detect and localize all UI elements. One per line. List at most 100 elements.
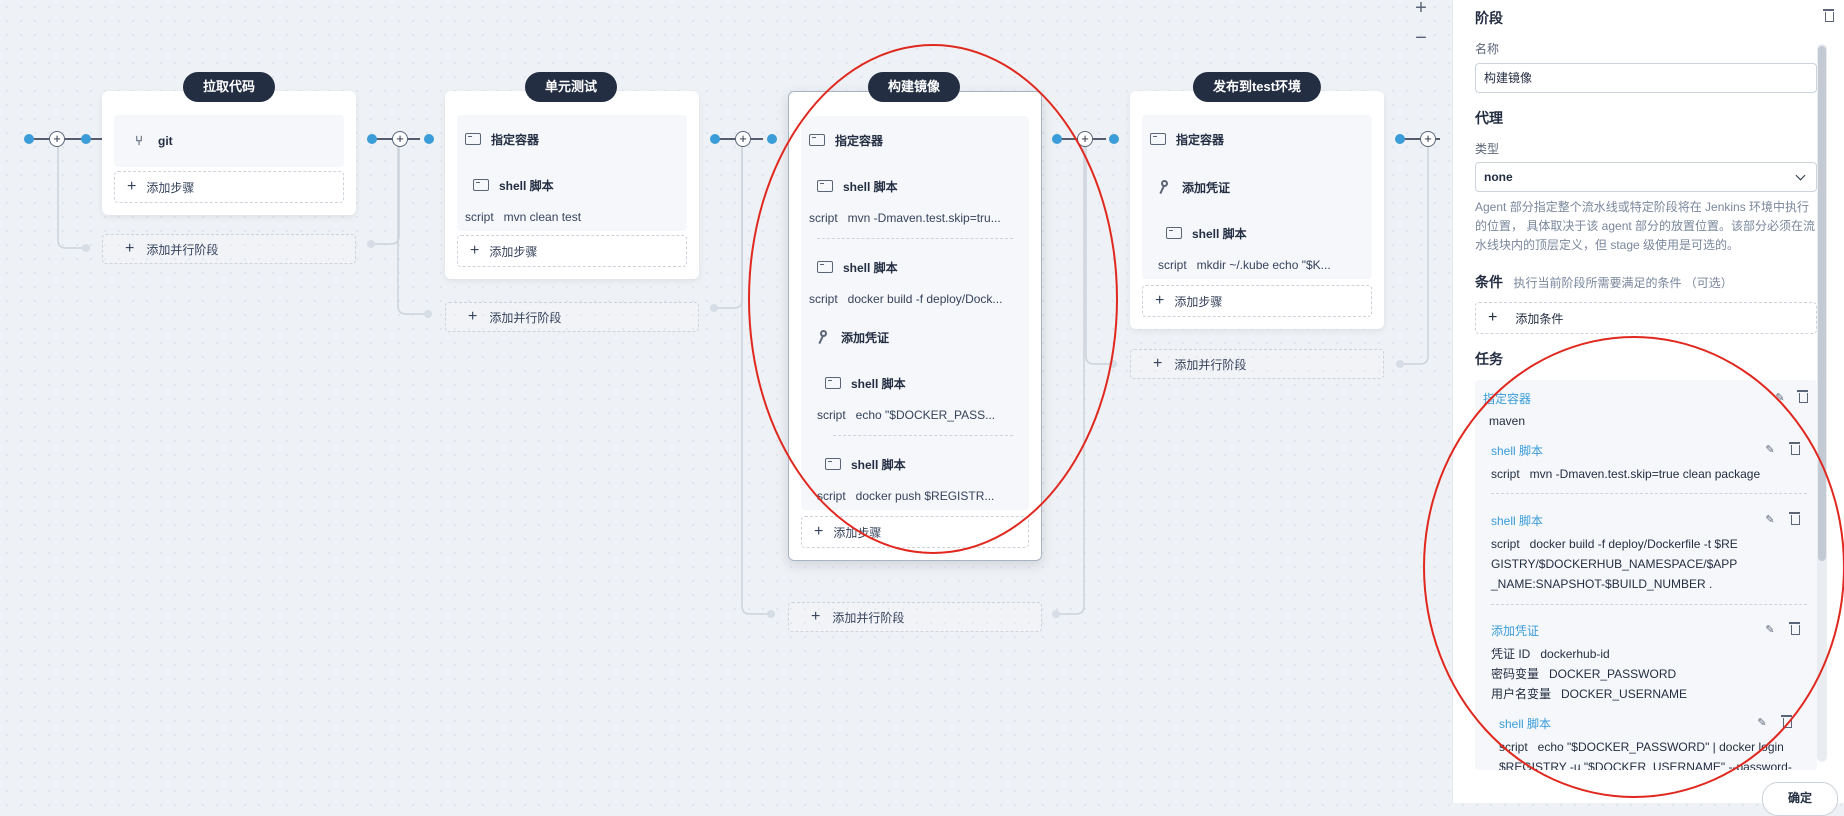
step-label: 添加凭证 — [841, 330, 890, 345]
add-parallel-stage-button[interactable]: + 添加并行阶段 — [788, 602, 1042, 632]
stage-card-deploy-test[interactable]: 指定容器 添加凭证 shell 脚本 script mkdir ~/.kube e… — [1130, 91, 1384, 329]
panel-scrollbar[interactable] — [1817, 44, 1827, 762]
trash-icon[interactable] — [1789, 442, 1800, 455]
trash-icon[interactable] — [1797, 390, 1808, 403]
step-group: ⑂ git — [114, 115, 344, 167]
shell1-script: script mvn -Dmaven.test.skip=true clean p… — [1491, 467, 1761, 481]
step-label: git — [158, 134, 173, 148]
add-step-button[interactable]: + 添加步骤 — [457, 235, 687, 267]
step-label: shell 脚本 — [851, 376, 906, 391]
edit-icon[interactable]: ✎ — [1755, 716, 1769, 730]
sub-step-shell[interactable]: shell 脚本 script mvn -Dmaven.test.skip=tru… — [809, 164, 1021, 232]
connector-dot — [710, 134, 720, 144]
add-step-button[interactable]: + 添加步骤 — [1142, 285, 1372, 317]
step-credential[interactable]: 添加凭证 — [1150, 163, 1364, 211]
task-credential-link[interactable]: 添加凭证 — [1491, 622, 1539, 639]
plus-icon: + — [468, 308, 478, 325]
stage-title[interactable]: 单元测试 — [524, 72, 618, 102]
confirm-button[interactable]: 确定 — [1762, 782, 1838, 816]
stage-title[interactable]: 发布到test环境 — [1192, 72, 1322, 102]
sub-step-shell[interactable]: shell 脚本 script mvn clean test — [465, 163, 679, 231]
pipeline-canvas: + − + + + + + 拉取代码 ⑂ git + 添加步骤 + 添加并行阶段… — [0, 0, 1452, 803]
add-step-label: 添加步骤 — [833, 525, 882, 540]
plus-icon: + — [1488, 309, 1498, 326]
connector-dot — [1109, 360, 1117, 368]
add-stage-button[interactable]: + — [49, 131, 65, 147]
add-step-button[interactable]: + 添加步骤 — [801, 516, 1029, 548]
divider — [1491, 493, 1807, 494]
add-stage-button[interactable]: + — [735, 131, 751, 147]
step-group: 指定容器 shell 脚本 script mvn clean test — [457, 115, 687, 231]
step-credential[interactable]: 添加凭证 — [809, 313, 1021, 361]
stage-name-input[interactable]: 构建镜像 — [1475, 63, 1817, 93]
delete-stage-icon[interactable] — [1823, 9, 1834, 22]
trash-icon[interactable] — [1789, 512, 1800, 525]
agent-section-title: 代理 — [1475, 110, 1503, 126]
connector-dot — [81, 134, 91, 144]
add-parallel-stage-button[interactable]: + 添加并行阶段 — [445, 302, 699, 332]
stage-card-unit-test[interactable]: 指定容器 shell 脚本 script mvn clean test + 添加步… — [445, 91, 699, 279]
step-label: shell 脚本 — [499, 178, 554, 193]
task-shell-link[interactable]: shell 脚本 — [1499, 715, 1551, 732]
task-shell-link[interactable]: shell 脚本 — [1491, 442, 1543, 459]
stage-title[interactable]: 构建镜像 — [867, 72, 961, 102]
add-parallel-label: 添加并行阶段 — [832, 610, 905, 625]
agent-type-select[interactable]: none — [1475, 162, 1817, 192]
add-step-button[interactable]: + 添加步骤 — [114, 171, 344, 203]
edit-icon[interactable]: ✎ — [1763, 513, 1777, 527]
trash-icon[interactable] — [1781, 715, 1792, 728]
scrollbar-thumb[interactable] — [1818, 46, 1826, 561]
step-container[interactable]: 指定容器 — [465, 115, 679, 163]
edit-icon[interactable]: ✎ — [1773, 391, 1787, 405]
stage-title[interactable]: 拉取代码 — [182, 72, 276, 102]
plus-icon: + — [1155, 292, 1165, 309]
connector-dot — [1109, 134, 1119, 144]
stage-card-pull-code[interactable]: ⑂ git + 添加步骤 — [102, 91, 356, 215]
connector-dot — [710, 304, 718, 312]
credential-id: 凭证 ID dockerhub-id — [1491, 647, 1610, 661]
task-section-title: 任务 — [1475, 351, 1503, 367]
name-label: 名称 — [1475, 42, 1500, 56]
add-parallel-label: 添加并行阶段 — [146, 242, 219, 257]
script-row: script docker push $REGISTR... — [817, 489, 995, 503]
add-parallel-stage-button[interactable]: + 添加并行阶段 — [102, 234, 356, 264]
shell3-script: script echo "$DOCKER_PASSWORD" | docker l… — [1499, 740, 1792, 770]
step-container[interactable]: 指定容器 — [809, 116, 1021, 164]
chevron-down-icon — [1795, 170, 1806, 181]
sub-step-shell[interactable]: shell 脚本 script echo "$DOCKER_PASS... — [809, 361, 1021, 429]
step-group: 指定容器 添加凭证 shell 脚本 script mkdir ~/.kube e… — [1142, 115, 1372, 279]
step-label: shell 脚本 — [851, 457, 906, 472]
step-git[interactable]: ⑂ git — [122, 115, 336, 167]
task-container-link[interactable]: 指定容器 — [1483, 390, 1531, 407]
add-condition-button[interactable]: + 添加条件 — [1475, 302, 1817, 334]
container-value: maven — [1489, 414, 1526, 428]
edit-icon[interactable]: ✎ — [1763, 623, 1777, 637]
script-row: script mkdir ~/.kube echo "$K... — [1158, 258, 1331, 272]
add-parallel-stage-button[interactable]: + 添加并行阶段 — [1130, 349, 1384, 379]
task-shell-link[interactable]: shell 脚本 — [1491, 512, 1543, 529]
step-container[interactable]: 指定容器 — [1150, 115, 1364, 163]
add-stage-button[interactable]: + — [1420, 131, 1436, 147]
plus-icon: + — [470, 242, 480, 259]
add-stage-button[interactable]: + — [392, 131, 408, 147]
step-label: 添加凭证 — [1182, 180, 1231, 195]
terminal-icon — [825, 377, 841, 389]
add-parallel-label: 添加并行阶段 — [1174, 357, 1247, 372]
sub-step-shell[interactable]: shell 脚本 script docker build -f deploy/Do… — [809, 245, 1021, 313]
agent-type-value: none — [1484, 170, 1513, 184]
connector-dot — [367, 134, 377, 144]
stage-card-build-image[interactable]: 指定容器 shell 脚本 script mvn -Dmaven.test.ski… — [788, 91, 1042, 561]
plus-icon: + — [814, 523, 824, 540]
add-parallel-label: 添加并行阶段 — [489, 310, 562, 325]
sub-step-shell[interactable]: shell 脚本 script docker push $REGISTR... — [809, 442, 1021, 510]
connector-dot — [767, 134, 777, 144]
key-icon — [1158, 180, 1172, 194]
add-stage-button[interactable]: + — [1077, 131, 1093, 147]
script-row: script docker build -f deploy/Dock... — [809, 292, 1003, 306]
add-step-label: 添加步骤 — [146, 180, 195, 195]
trash-icon[interactable] — [1789, 622, 1800, 635]
sub-step-shell[interactable]: shell 脚本 script mkdir ~/.kube echo "$K... — [1150, 211, 1364, 279]
plus-icon: + — [1153, 355, 1163, 372]
edit-icon[interactable]: ✎ — [1763, 443, 1777, 457]
add-step-label: 添加步骤 — [489, 244, 538, 259]
